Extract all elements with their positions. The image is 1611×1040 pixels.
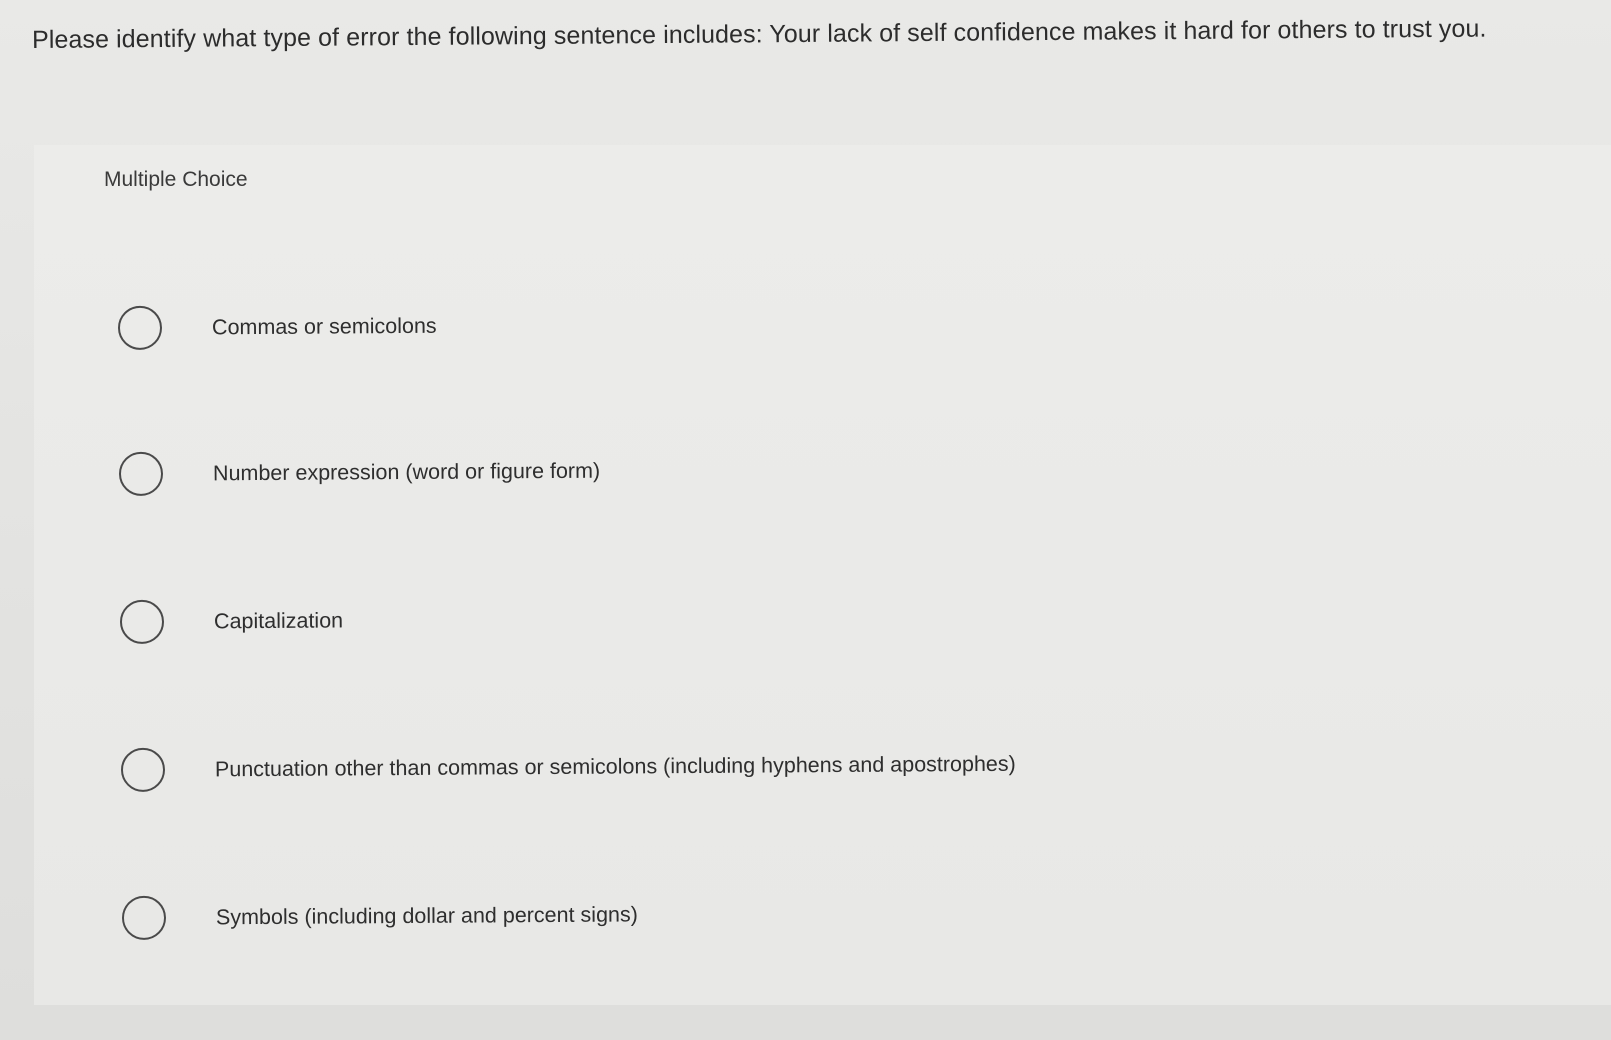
radio-button[interactable]: [120, 747, 166, 792]
option-label: Symbols (including dollar and percent si…: [215, 901, 638, 929]
option-punctuation-other[interactable]: Punctuation other than commas or semicol…: [120, 734, 1016, 800]
options-list: Commas or semicolons Number expression (…: [0, 0, 1611, 1040]
radio-button[interactable]: [117, 305, 163, 350]
option-number-expression[interactable]: Number expression (word or figure form): [118, 441, 601, 504]
radio-button[interactable]: [119, 599, 165, 644]
option-label: Number expression (word or figure form): [212, 458, 601, 485]
option-capitalization[interactable]: Capitalization: [119, 590, 344, 652]
option-label: Commas or semicolons: [211, 313, 437, 339]
option-symbols[interactable]: Symbols (including dollar and percent si…: [121, 884, 638, 948]
option-label: Punctuation other than commas or semicol…: [214, 751, 1016, 781]
option-commas-or-semicolons[interactable]: Commas or semicolons: [117, 296, 437, 358]
radio-button[interactable]: [121, 895, 167, 940]
option-label: Capitalization: [213, 607, 344, 633]
radio-button[interactable]: [118, 451, 164, 496]
